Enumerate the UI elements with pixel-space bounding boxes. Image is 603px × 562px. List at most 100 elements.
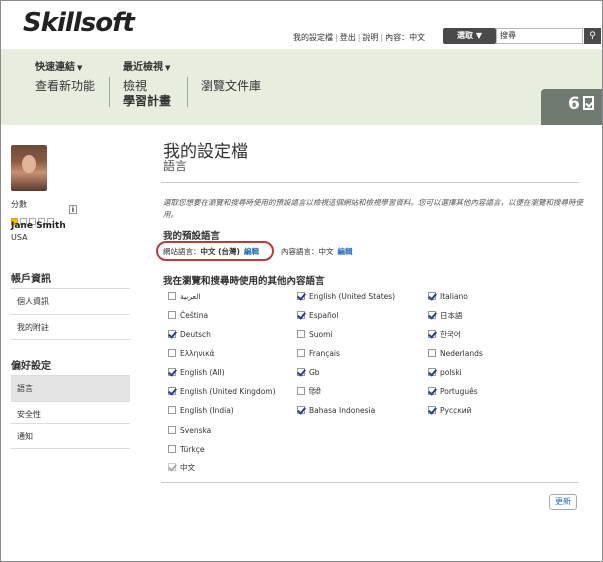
content-language-link[interactable]: 內容：中文 <box>385 33 425 42</box>
language-label: polski <box>440 368 462 377</box>
language-checkbox[interactable] <box>168 330 176 338</box>
language-option[interactable]: Deutsch <box>168 329 211 341</box>
language-option[interactable]: Svenska <box>168 425 211 437</box>
search-input[interactable]: 搜尋 <box>496 28 583 44</box>
quick-links-menu[interactable]: 快速連結 ▼ <box>35 58 82 73</box>
language-checkbox[interactable] <box>428 368 436 376</box>
language-checkbox[interactable] <box>168 292 176 300</box>
profile-sidebar: 分數 i Jane Smith USA 帳戶資訊 個人資訊 我的附註 偏好設定 … <box>1 125 157 561</box>
language-label: English (United States) <box>309 292 396 301</box>
language-option[interactable]: Gb <box>297 367 320 379</box>
sidebar-item-notifications[interactable]: 通知 <box>11 423 130 449</box>
language-label: Français <box>309 349 340 358</box>
logo-text: Skillsoft <box>23 8 135 38</box>
sidebar-item-personal-info[interactable]: 個人資訊 <box>11 288 130 314</box>
language-label: Svenska <box>180 426 212 435</box>
help-link[interactable]: 說明 <box>362 33 378 42</box>
language-checkbox[interactable] <box>168 445 176 453</box>
language-label: English (All) <box>180 368 225 377</box>
page-subtitle: 語言 <box>163 159 188 173</box>
language-checkbox[interactable] <box>428 311 436 319</box>
language-option[interactable]: Ελληνικά <box>168 348 214 360</box>
update-button[interactable]: 更新 <box>549 494 577 510</box>
language-checkbox[interactable] <box>428 292 436 300</box>
learning-plan-counter[interactable]: 6 <box>541 89 602 125</box>
language-checkbox[interactable] <box>297 349 305 357</box>
select-dropdown-button[interactable]: 選取 ▼ <box>443 28 496 44</box>
counter-value: 6 <box>568 94 580 114</box>
language-option[interactable]: Suomi <box>297 329 333 341</box>
other-languages-heading: 我在瀏覽和搜尋時使用的其他內容語言 <box>163 276 325 287</box>
sidebar-item-language[interactable]: 語言 <box>11 375 130 401</box>
language-label: English (India) <box>180 406 234 415</box>
language-option[interactable]: polski <box>428 367 462 379</box>
my-profile-link[interactable]: 我的設定檔 <box>293 33 333 42</box>
language-checkbox[interactable] <box>168 368 176 376</box>
language-option[interactable]: English (India) <box>168 405 234 417</box>
language-option[interactable]: English (United Kingdom) <box>168 386 276 398</box>
language-label: Bahasa Indonesia <box>309 406 376 415</box>
language-label: Deutsch <box>180 330 211 339</box>
content-language-label: 內容語言： <box>281 247 319 256</box>
language-option[interactable]: English (United States) <box>297 291 395 303</box>
language-label: English (United Kingdom) <box>180 387 276 396</box>
top-links: 我的設定檔 | 登出 | 說明 | 內容：中文 <box>293 33 426 42</box>
skillsoft-logo[interactable]: Skillsoft <box>23 8 135 38</box>
learning-plan-link[interactable]: 學習計畫 <box>123 92 171 109</box>
language-checkbox[interactable] <box>168 463 176 471</box>
language-option[interactable]: Čeština <box>168 310 208 322</box>
language-option[interactable]: 日本語 <box>428 310 463 322</box>
language-checkbox[interactable] <box>297 311 305 319</box>
language-label: Español <box>309 311 339 320</box>
language-checkbox[interactable] <box>428 387 436 395</box>
score-label: 分數 <box>11 200 27 209</box>
language-option[interactable]: English (All) <box>168 367 225 379</box>
language-checkbox[interactable] <box>428 349 436 357</box>
logout-link[interactable]: 登出 <box>340 33 356 42</box>
language-option[interactable]: 中文 <box>168 462 195 474</box>
language-option[interactable]: Português <box>428 386 478 398</box>
search-icon[interactable]: ⚲ <box>584 28 601 44</box>
language-option[interactable]: Русский <box>428 405 472 417</box>
site-language-value: 中文 (台灣) <box>200 247 240 256</box>
sidebar-item-my-notes[interactable]: 我的附註 <box>11 314 130 340</box>
caret-down-icon: ▼ <box>165 64 171 72</box>
language-label: Nederlands <box>440 349 483 358</box>
language-checkbox[interactable] <box>297 292 305 300</box>
language-option[interactable]: Nederlands <box>428 348 483 360</box>
language-checkbox[interactable] <box>168 426 176 434</box>
edit-content-language-link[interactable]: 編輯 <box>338 247 353 256</box>
language-label: Русский <box>440 406 472 415</box>
page-frame: Skillsoft 我的設定檔 | 登出 | 說明 | 內容：中文 選取 ▼ 搜尋 ⚲ 快速… <box>0 0 603 562</box>
language-checkbox[interactable] <box>297 387 305 395</box>
language-option[interactable]: Español <box>297 310 338 322</box>
language-option[interactable]: Italiano <box>428 291 468 303</box>
account-info-heading: 帳戶資訊 <box>11 274 51 285</box>
language-checkbox[interactable] <box>297 406 305 414</box>
nav-divider <box>187 77 188 107</box>
language-label: Čeština <box>180 311 209 320</box>
edit-site-language-link[interactable]: 編輯 <box>244 247 259 256</box>
language-checkbox[interactable] <box>168 406 176 414</box>
language-option[interactable]: Français <box>297 348 340 360</box>
info-icon[interactable]: i <box>69 205 77 214</box>
language-checkbox[interactable] <box>428 330 436 338</box>
site-language: 網站語言：中文 (台灣) 編輯 <box>163 246 259 257</box>
language-checkbox[interactable] <box>168 387 176 395</box>
caret-down-icon: ▼ <box>77 64 83 72</box>
language-option[interactable]: العربية <box>168 291 201 303</box>
language-option[interactable]: Bahasa Indonesia <box>297 405 375 417</box>
language-option[interactable]: हिंदी <box>297 386 321 398</box>
language-option[interactable]: Türkçe <box>168 444 204 456</box>
language-option[interactable]: 한국어 <box>428 329 461 341</box>
language-checkbox[interactable] <box>297 368 305 376</box>
content-language-value: 中文 <box>318 247 334 256</box>
language-checkbox[interactable] <box>428 406 436 414</box>
language-checkbox[interactable] <box>297 330 305 338</box>
browse-library-link[interactable]: 瀏覽文件庫 <box>201 77 261 94</box>
language-checkbox[interactable] <box>168 311 176 319</box>
whats-new-link[interactable]: 查看新功能 <box>35 77 95 94</box>
site-language-label: 網站語言： <box>163 247 201 256</box>
language-checkbox[interactable] <box>168 349 176 357</box>
recently-viewed-menu[interactable]: 最近檢視 ▼ <box>123 58 170 73</box>
